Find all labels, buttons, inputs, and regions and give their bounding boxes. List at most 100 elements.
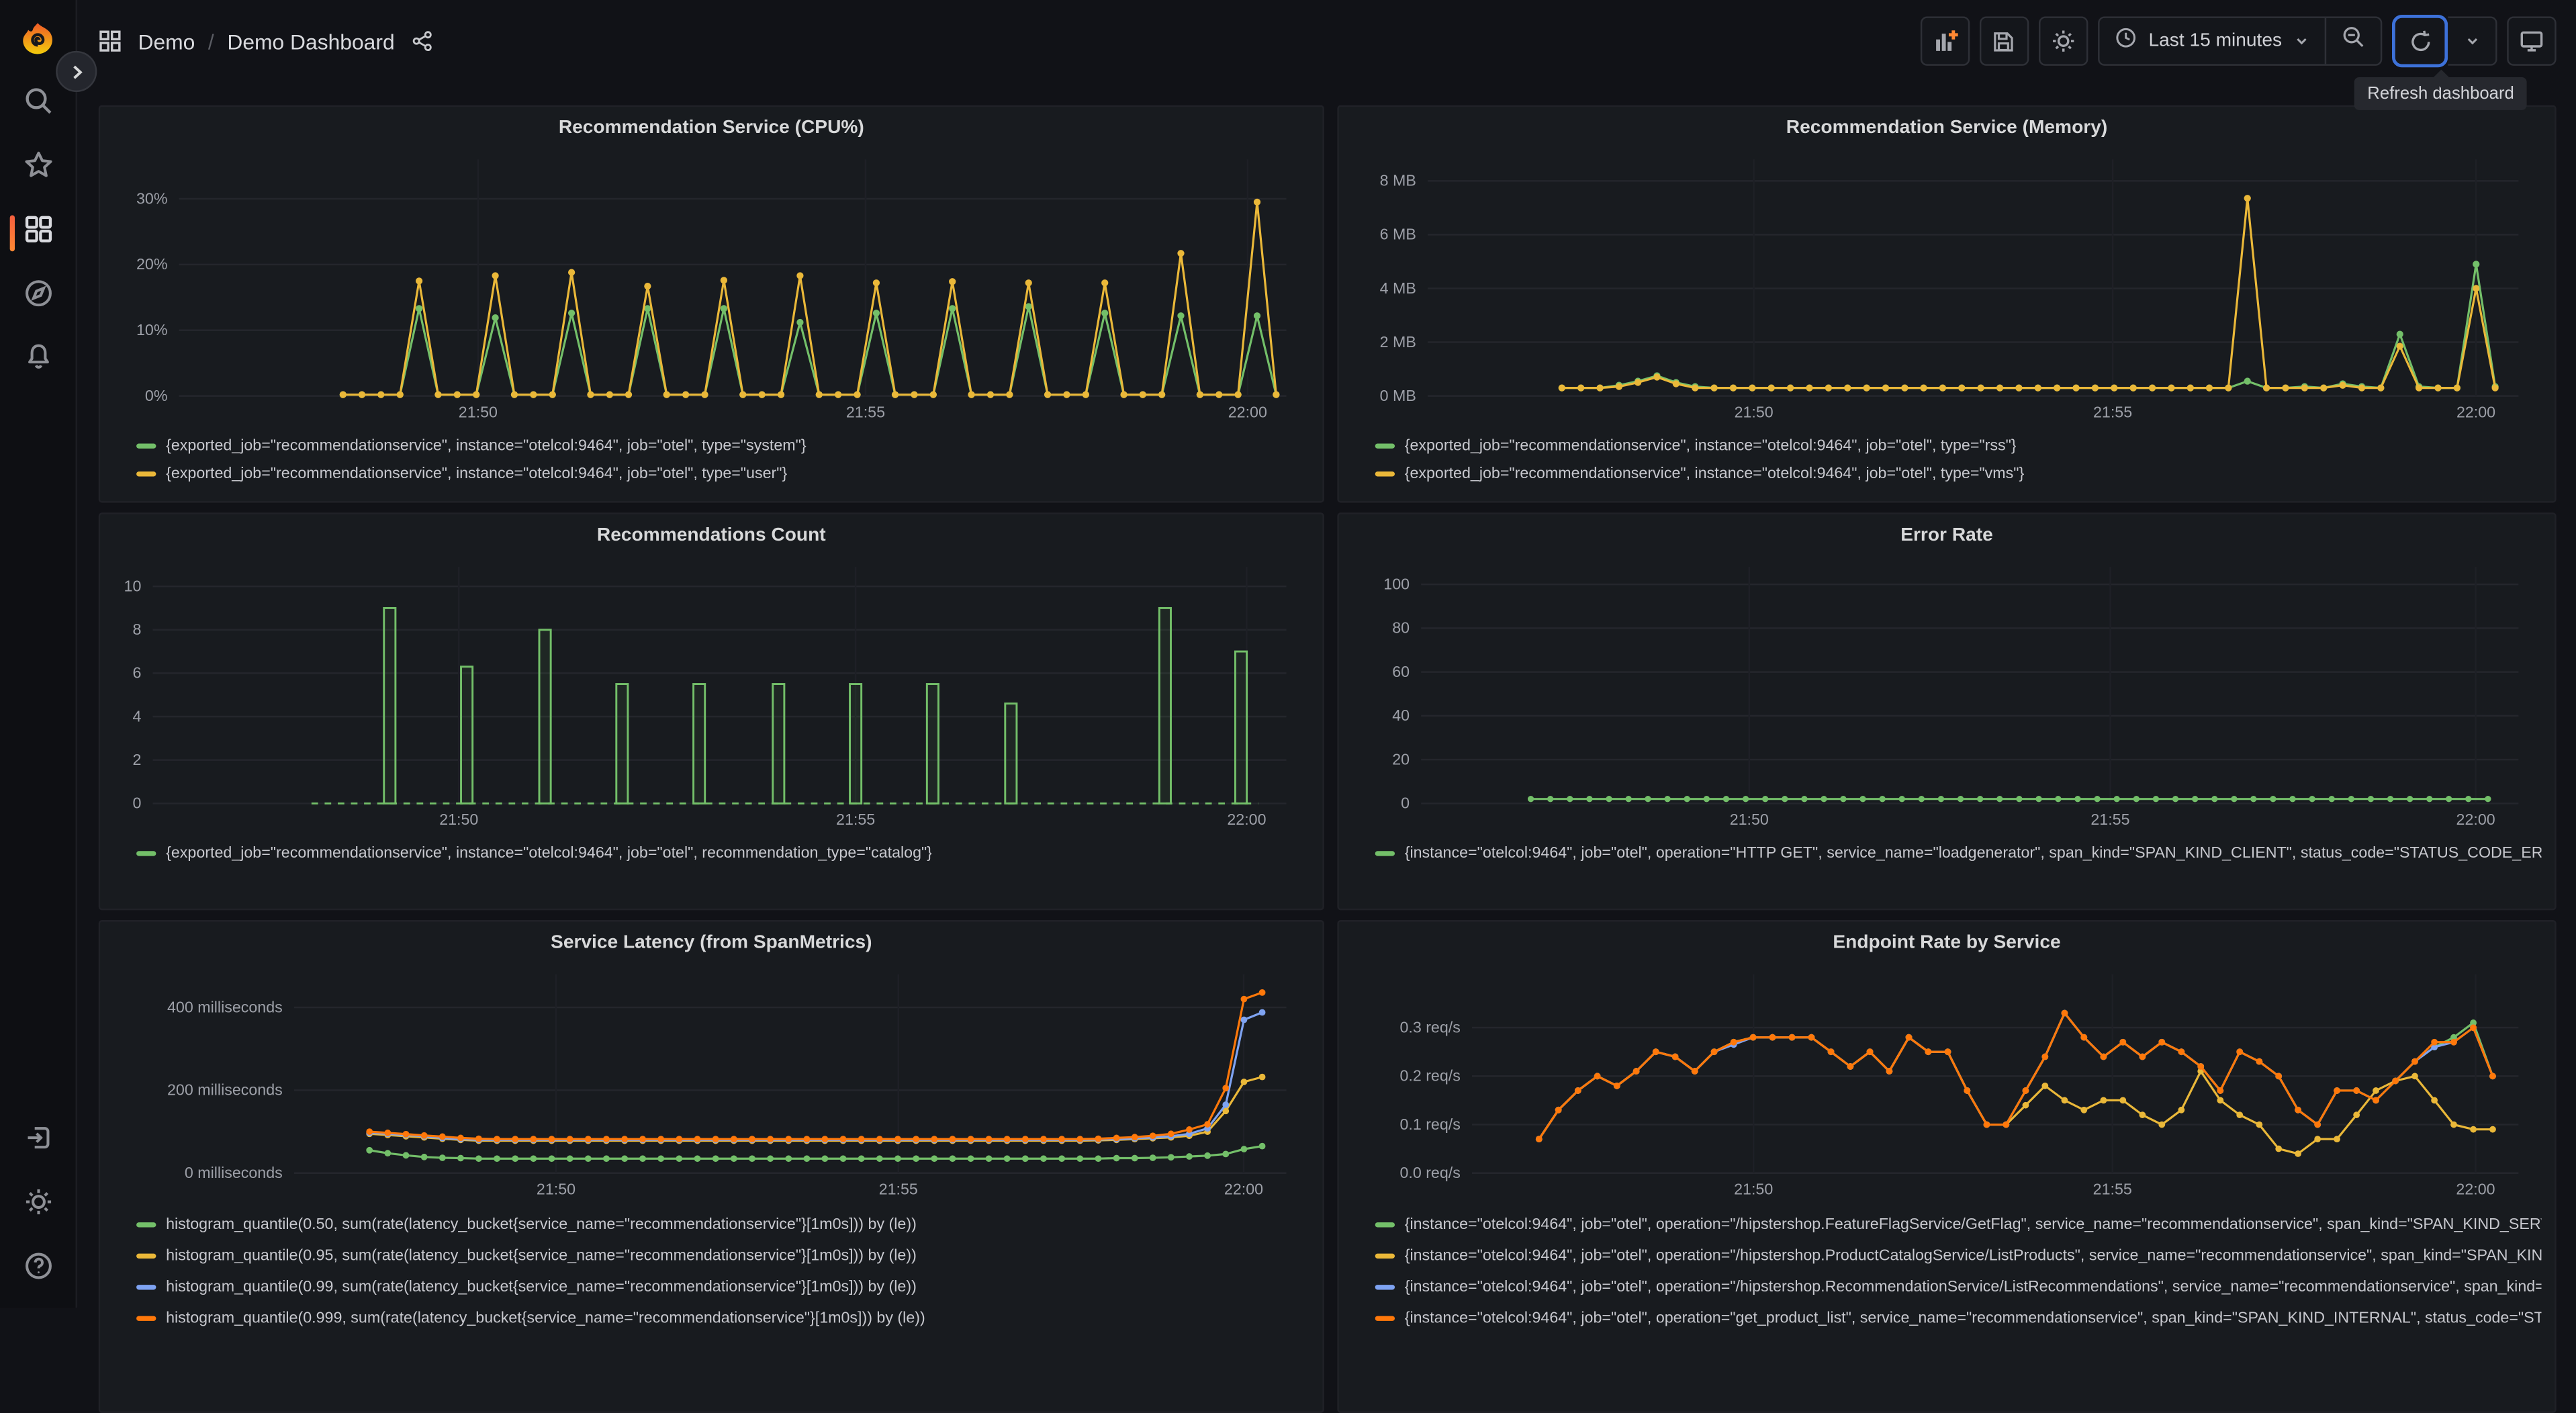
svg-text:0.2 req/s: 0.2 req/s bbox=[1399, 1067, 1460, 1085]
add-panel-button[interactable] bbox=[1920, 16, 1970, 66]
breadcrumb-section[interactable]: Demo bbox=[138, 29, 195, 54]
svg-text:21:50: 21:50 bbox=[459, 403, 498, 420]
endpoint-rate-chart[interactable]: 0.3 req/s 0.2 req/s 0.1 req/s 0.0 req/s 21:5… bbox=[1352, 964, 2541, 1203]
legend-item[interactable]: histogram_quantile(0.50, sum(rate(latenc… bbox=[136, 1210, 1309, 1240]
legend-swatch bbox=[1375, 471, 1395, 477]
star-icon bbox=[22, 150, 53, 189]
svg-text:20: 20 bbox=[1392, 750, 1410, 768]
svg-text:10%: 10% bbox=[136, 321, 168, 338]
panel-endpoint-rate: Endpoint Rate by Service 0.3 req/s 0.2 re… bbox=[1337, 920, 2557, 1413]
dashboard-settings-button[interactable] bbox=[2038, 16, 2088, 66]
legend-swatch bbox=[136, 1253, 156, 1259]
svg-text:21:55: 21:55 bbox=[2093, 1181, 2132, 1198]
sidebar-item-dashboards[interactable] bbox=[9, 215, 54, 252]
legend-swatch bbox=[1375, 1222, 1395, 1228]
breadcrumb-separator: / bbox=[208, 28, 214, 54]
legend-label: {instance="otelcol:9464", job="otel", op… bbox=[1404, 1216, 2542, 1234]
panel-title[interactable]: Endpoint Rate by Service bbox=[1339, 921, 2555, 964]
legend-item[interactable]: {exported_job="recommendationservice", i… bbox=[136, 460, 1309, 488]
legend-item[interactable]: {instance="otelcol:9464", job="otel", op… bbox=[1375, 1240, 2542, 1271]
breadcrumb-page[interactable]: Demo Dashboard bbox=[227, 29, 394, 54]
sidebar-item-sign-in[interactable] bbox=[21, 1126, 54, 1158]
panel-title[interactable]: Service Latency (from SpanMetrics) bbox=[100, 921, 1322, 964]
sidebar-item-help[interactable] bbox=[21, 1252, 54, 1287]
legend-swatch bbox=[1375, 1253, 1395, 1259]
help-icon bbox=[22, 1250, 53, 1290]
panel-service-latency: Service Latency (from SpanMetrics) 400 m… bbox=[98, 920, 1324, 1413]
legend-item[interactable]: {exported_job="recommendationservice", i… bbox=[136, 839, 1309, 868]
service-latency-legend: histogram_quantile(0.50, sum(rate(latenc… bbox=[100, 1203, 1322, 1334]
sidebar-item-settings[interactable] bbox=[21, 1189, 54, 1222]
panel-title[interactable]: Recommendations Count bbox=[100, 514, 1322, 557]
recommendations-count-legend: {exported_job="recommendationservice", i… bbox=[100, 833, 1322, 867]
sidebar-item-alerting[interactable] bbox=[21, 344, 54, 378]
legend-item[interactable]: {exported_job="recommendationservice", i… bbox=[1375, 432, 2542, 460]
cpu-legend: {exported_job="recommendationservice", i… bbox=[100, 426, 1322, 488]
svg-text:40: 40 bbox=[1392, 706, 1410, 724]
legend-label: histogram_quantile(0.50, sum(rate(latenc… bbox=[166, 1216, 917, 1234]
dashboard-grid-icon bbox=[99, 30, 122, 52]
legend-item[interactable]: {instance="otelcol:9464", job="otel", op… bbox=[1375, 1210, 2542, 1240]
refresh-button[interactable] bbox=[2395, 17, 2445, 64]
legend-item[interactable]: histogram_quantile(0.95, sum(rate(latenc… bbox=[136, 1240, 1309, 1271]
refresh-focus-ring bbox=[2392, 15, 2448, 68]
svg-text:0.3 req/s: 0.3 req/s bbox=[1399, 1018, 1460, 1036]
svg-text:6: 6 bbox=[132, 664, 141, 682]
svg-text:200 milliseconds: 200 milliseconds bbox=[167, 1081, 283, 1099]
svg-text:2: 2 bbox=[132, 751, 141, 768]
kiosk-mode-button[interactable] bbox=[2507, 16, 2557, 66]
refresh-interval-dropdown[interactable] bbox=[2448, 16, 2497, 66]
svg-text:21:55: 21:55 bbox=[836, 811, 875, 828]
zoom-out-button[interactable] bbox=[2324, 17, 2381, 64]
time-range-picker[interactable]: Last 15 minutes bbox=[2099, 18, 2325, 64]
svg-text:20%: 20% bbox=[136, 255, 168, 273]
svg-text:10: 10 bbox=[124, 577, 142, 594]
svg-text:21:50: 21:50 bbox=[1734, 1181, 1773, 1198]
svg-text:21:55: 21:55 bbox=[2093, 403, 2132, 420]
grafana-logo[interactable] bbox=[19, 21, 56, 58]
legend-item[interactable]: {instance="otelcol:9464", job="otel", op… bbox=[1375, 1272, 2542, 1303]
time-range-label: Last 15 minutes bbox=[2148, 31, 2283, 51]
svg-text:22:00: 22:00 bbox=[2456, 403, 2495, 420]
sign-in-icon bbox=[22, 1122, 53, 1162]
legend-item[interactable]: histogram_quantile(0.99, sum(rate(latenc… bbox=[136, 1272, 1309, 1303]
panel-error-rate: Error Rate 100 80 60 40 20 0 21:50 21:55 22:00 {… bbox=[1337, 512, 2557, 911]
error-rate-chart[interactable]: 100 80 60 40 20 0 21:50 21:55 22:00 bbox=[1352, 557, 2541, 833]
refresh-tooltip: Refresh dashboard bbox=[2354, 77, 2528, 110]
legend-swatch bbox=[136, 1222, 156, 1228]
service-latency-chart[interactable]: 400 milliseconds 200 milliseconds 0 millis… bbox=[113, 964, 1309, 1203]
sidebar-item-search[interactable] bbox=[21, 88, 54, 122]
svg-text:80: 80 bbox=[1392, 619, 1410, 637]
legend-item[interactable]: {exported_job="recommendationservice", i… bbox=[136, 432, 1309, 460]
svg-text:8: 8 bbox=[132, 621, 141, 638]
memory-chart[interactable]: 8 MB 6 MB 4 MB 2 MB 0 MB 21:50 21:55 22:00 bbox=[1352, 150, 2541, 426]
svg-text:21:50: 21:50 bbox=[1730, 811, 1769, 828]
cpu-chart[interactable]: 30% 20% 10% 0% 21:50 21:55 22:00 bbox=[113, 150, 1309, 426]
legend-item[interactable]: {instance="otelcol:9464", job="otel", op… bbox=[1375, 839, 2542, 868]
legend-label: {exported_job="recommendationservice", i… bbox=[166, 437, 807, 455]
grafana-app: Demo / Demo Dashboard Last 15 minutes Re… bbox=[0, 0, 2576, 1413]
compass-icon bbox=[22, 277, 53, 317]
sidebar-item-explore[interactable] bbox=[21, 280, 54, 314]
panel-recommendations-count: Recommendations Count 10 8 6 4 2 0 21:50 21:55 2… bbox=[98, 512, 1324, 911]
svg-text:22:00: 22:00 bbox=[2456, 1181, 2495, 1198]
sidebar-item-starred[interactable] bbox=[21, 150, 54, 189]
legend-item[interactable]: {instance="otelcol:9464", job="otel", op… bbox=[1375, 1303, 2542, 1334]
toolbar: Last 15 minutes bbox=[1920, 15, 2557, 68]
share-icon[interactable] bbox=[411, 30, 434, 52]
sidebar-expand-button[interactable] bbox=[56, 50, 97, 93]
save-dashboard-button[interactable] bbox=[1979, 16, 2029, 66]
header: Demo / Demo Dashboard Last 15 minutes bbox=[76, 0, 2576, 82]
recommendations-count-chart[interactable]: 10 8 6 4 2 0 21:50 21:55 22:00 bbox=[113, 557, 1309, 833]
legend-item[interactable]: histogram_quantile(0.999, sum(rate(laten… bbox=[136, 1303, 1309, 1334]
svg-text:30%: 30% bbox=[136, 189, 168, 207]
legend-label: {exported_job="recommendationservice", i… bbox=[1404, 437, 2017, 455]
legend-item[interactable]: {exported_job="recommendationservice", i… bbox=[1375, 460, 2542, 488]
svg-text:8 MB: 8 MB bbox=[1380, 172, 1416, 189]
legend-swatch bbox=[1375, 1315, 1395, 1322]
panel-title[interactable]: Error Rate bbox=[1339, 514, 2555, 557]
endpoint-rate-legend: {instance="otelcol:9464", job="otel", op… bbox=[1339, 1203, 2555, 1334]
panel-title[interactable]: Recommendation Service (Memory) bbox=[1339, 107, 2555, 150]
panel-title[interactable]: Recommendation Service (CPU%) bbox=[100, 107, 1322, 150]
svg-text:60: 60 bbox=[1392, 663, 1410, 680]
